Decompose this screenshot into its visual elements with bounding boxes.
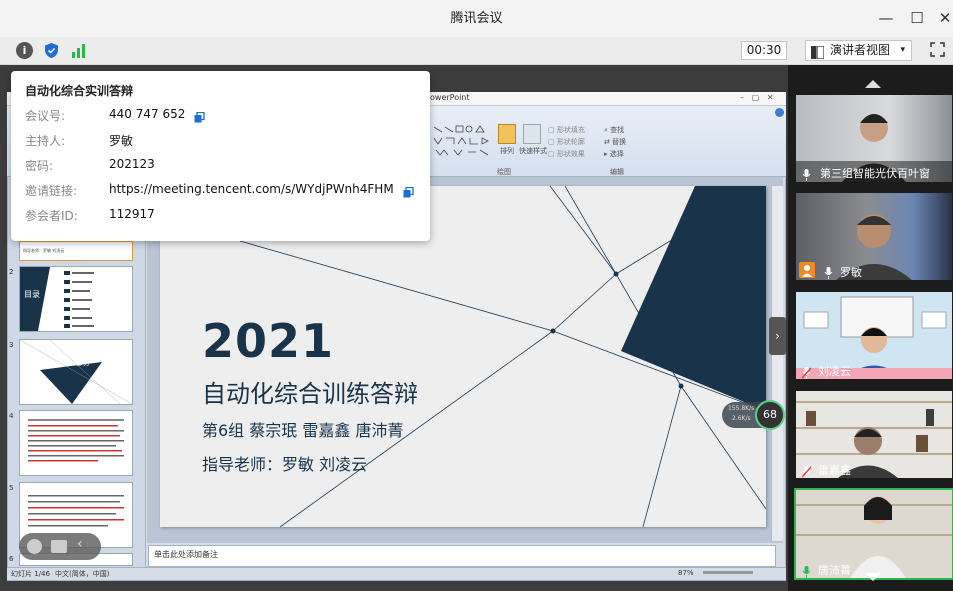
find-option[interactable]: ⌕ 查找 — [604, 125, 624, 135]
ribbon-group-drawing: 绘图 — [497, 168, 511, 176]
thumbnail-number: 5 — [9, 484, 14, 492]
meeting-id-value: 440 747 652 — [109, 107, 186, 121]
arrange-icon[interactable] — [498, 124, 516, 144]
minimize-button[interactable]: — — [869, 0, 903, 37]
thumbnail-number: 4 — [9, 412, 14, 420]
help-icon[interactable] — [775, 108, 784, 117]
host-label: 主持人: — [25, 134, 66, 148]
thumbnail-number: 2 — [9, 268, 14, 276]
slide-title: 自动化综合训练答辩 — [202, 380, 418, 408]
screen-icon[interactable] — [51, 540, 67, 553]
participant-name: 刘凌云 — [818, 365, 851, 378]
quick-styles-icon[interactable] — [523, 124, 541, 144]
info-icon[interactable]: i — [16, 42, 33, 59]
participant-name: 第三组智能光伏百叶窗 — [820, 167, 930, 180]
ppt-app-title: owerPoint — [430, 93, 470, 102]
chevron-left-icon[interactable]: ‹ — [77, 536, 83, 552]
floating-controls: ‹ — [19, 533, 101, 560]
window-title: 腾讯会议 — [450, 11, 503, 26]
scroll-up-icon[interactable] — [864, 74, 882, 88]
video-tile[interactable] — [796, 193, 952, 280]
copy-icon[interactable] — [194, 108, 205, 123]
meeting-title: 自动化综合实训答辩 — [25, 84, 134, 98]
shape-fill-option[interactable]: ▢ 形状填充 — [548, 125, 585, 135]
password-value: 202123 — [109, 157, 155, 171]
slide-year: 2021 — [202, 314, 335, 368]
participant-id-value: 112917 — [109, 207, 155, 221]
view-mode-label: 演讲者视图 — [830, 43, 891, 57]
participant-name: 罗敏 — [840, 266, 862, 279]
participant-id-label: 参会者ID: — [25, 209, 78, 223]
slide-advisors: 指导老师：罗敏 刘凌云 — [202, 455, 368, 474]
ppt-status-bar: 幻灯片 1/46 中文(简体，中国) 87% — [7, 567, 786, 580]
signal-icon[interactable] — [70, 42, 87, 59]
layout-icon — [811, 44, 825, 60]
zoom-slider[interactable] — [703, 571, 753, 574]
network-quality-indicator[interactable]: 68 — [755, 400, 785, 430]
ribbon-group-editing: 编辑 — [610, 168, 624, 176]
close-button[interactable]: ✕ — [928, 0, 953, 37]
language-status: 中文(简体，中国) — [55, 570, 110, 578]
slide-group-members: 第6组 蔡宗珉 雷嘉鑫 唐沛菁 — [202, 421, 404, 440]
zoom-level[interactable]: 87% — [678, 569, 694, 577]
download-speed: 2.6K/s — [732, 415, 751, 422]
invite-link-value[interactable]: https://meeting.tencent.com/s/WYdjPWnh4F… — [109, 182, 394, 196]
microphone-icon — [824, 264, 833, 279]
scroll-down-icon[interactable] — [864, 567, 882, 581]
microphone-icon — [802, 563, 811, 578]
upload-speed: 155.8K/s — [728, 405, 755, 412]
slide-counter: 幻灯片 1/46 — [11, 570, 50, 578]
fullscreen-icon[interactable] — [929, 41, 946, 58]
slide-scrollbar[interactable] — [771, 186, 783, 541]
participant-name: 唐沛菁 — [818, 564, 851, 577]
copy-icon[interactable] — [403, 183, 414, 198]
host-avatar-icon — [799, 262, 815, 278]
camera-icon[interactable] — [27, 539, 42, 554]
thumbnail-1-partial[interactable]: 指导老师：罗敏 刘凌云 — [19, 241, 133, 261]
microphone-icon — [802, 166, 811, 181]
quick-styles-label: 快速样式 — [519, 147, 547, 155]
arrange-label: 排列 — [500, 147, 514, 155]
thumbnail-slide-4[interactable] — [19, 410, 133, 476]
chevron-down-icon: ▾ — [900, 45, 905, 55]
shapes-gallery[interactable] — [432, 124, 492, 158]
invite-link-label: 邀请链接: — [25, 184, 78, 198]
shape-effects-option[interactable]: ▢ 形状效果 — [548, 149, 585, 159]
thumbnail-slide-2[interactable]: 目录 — [19, 266, 133, 332]
replace-option[interactable]: ⇄ 替换 — [604, 137, 626, 147]
meeting-timer: 00:30 — [741, 41, 787, 60]
shield-icon[interactable] — [43, 42, 60, 59]
password-label: 密码: — [25, 159, 54, 173]
shape-outline-option[interactable]: ▢ 形状轮廓 — [548, 137, 585, 147]
microphone-muted-icon — [801, 364, 812, 379]
thumbnail-2-title: 目录 — [24, 290, 40, 299]
microphone-muted-icon — [801, 463, 812, 478]
participant-name: 雷嘉鑫 — [818, 464, 851, 477]
thumbnail-slide-3[interactable]: 第一部分 — [19, 339, 133, 405]
thumbnail-number: 3 — [9, 341, 14, 349]
ppt-window-controls: – ▢ ✕ — [740, 93, 774, 102]
select-option[interactable]: ▸ 选择 — [604, 149, 624, 159]
thumbnail-number: 6 — [9, 555, 14, 563]
notes-field[interactable]: 单击此处添加备注 — [148, 545, 776, 567]
collapse-panel-button[interactable]: › — [769, 317, 786, 355]
thumbnail-3-title: 第一部分 — [62, 359, 90, 367]
meeting-id-label: 会议号: — [25, 109, 66, 123]
host-value: 罗敏 — [109, 134, 134, 148]
